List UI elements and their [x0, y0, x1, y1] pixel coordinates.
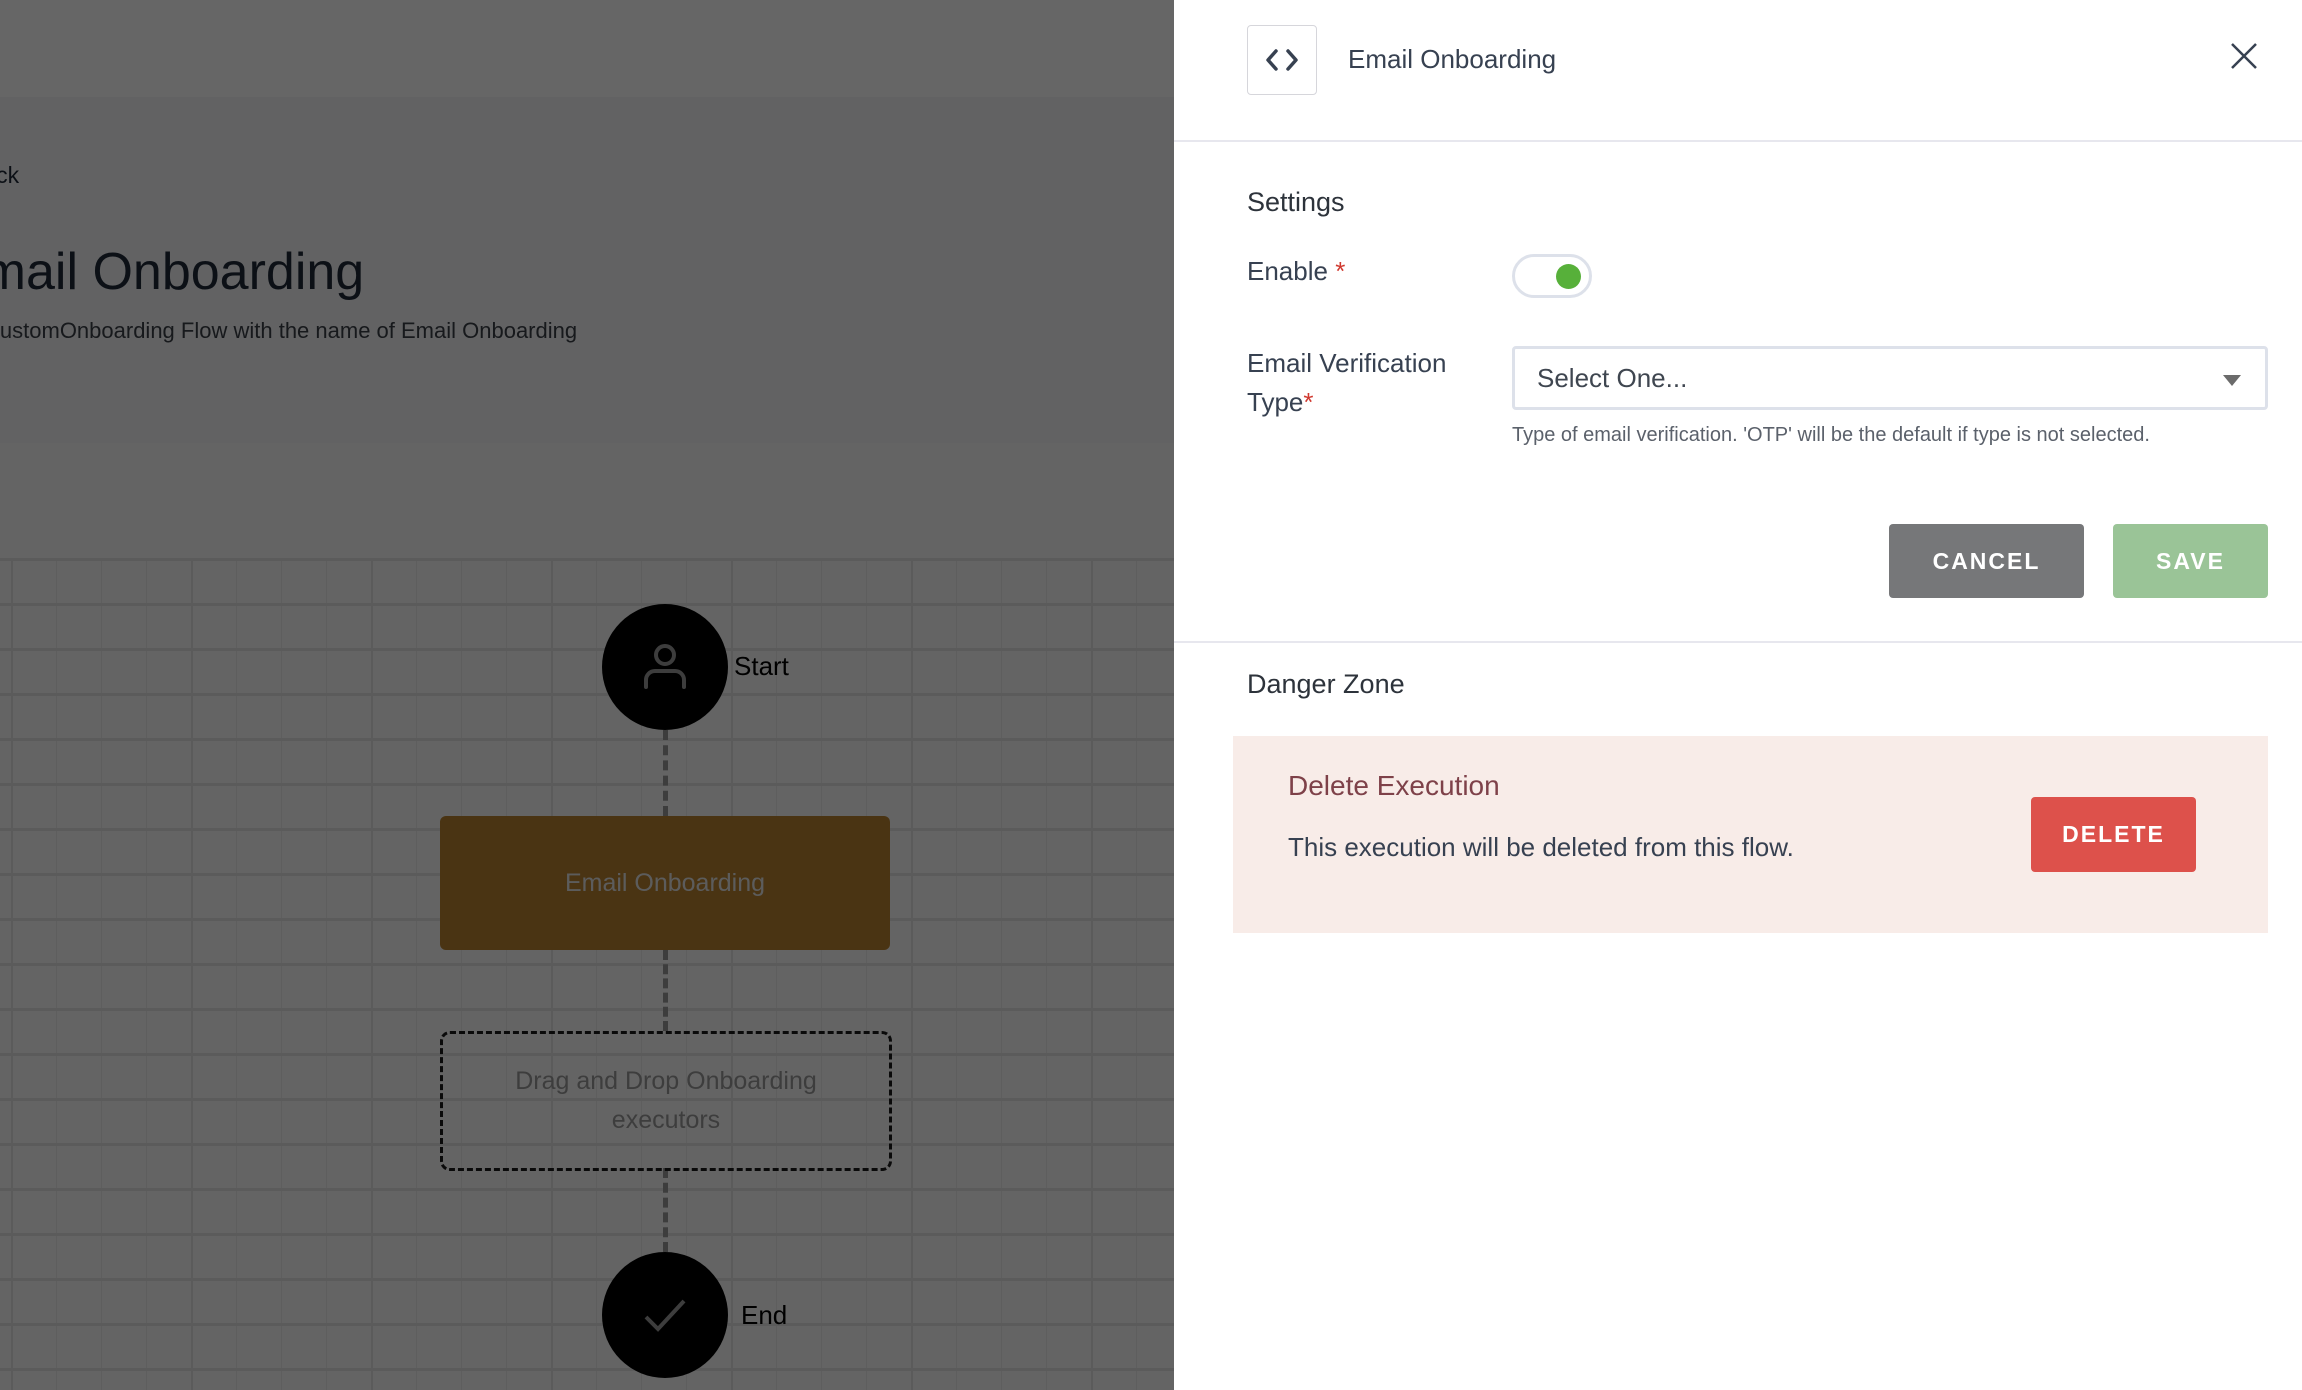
label-line-2: Type*: [1247, 383, 1446, 422]
danger-zone-heading: Danger Zone: [1247, 669, 1405, 699]
modal-backdrop[interactable]: [0, 0, 1174, 1390]
email-verification-type-label: Email Verification Type*: [1247, 344, 1446, 422]
section-divider: [1174, 641, 2302, 643]
label-line-1: Email Verification: [1247, 348, 1447, 378]
code-icon: [1266, 49, 1298, 71]
toggle-knob: [1556, 264, 1581, 289]
close-icon: [2231, 43, 2257, 69]
enable-label-text: Enable: [1247, 256, 1328, 286]
danger-zone-card: Delete Execution This execution will be …: [1233, 736, 2268, 933]
executor-type-badge: [1247, 25, 1317, 95]
email-verification-help-text: Type of email verification. 'OTP' will b…: [1512, 424, 2150, 446]
delete-button[interactable]: DELETE: [2031, 797, 2196, 872]
executor-settings-drawer: Email Onboarding Settings Enable * Email…: [1174, 0, 2302, 1390]
required-mark: *: [1303, 387, 1314, 417]
select-value: Select One...: [1537, 362, 1688, 393]
enable-toggle[interactable]: [1512, 254, 1592, 298]
drawer-title: Email Onboarding: [1348, 44, 1557, 74]
close-button[interactable]: [2224, 36, 2264, 76]
delete-execution-title: Delete Execution: [1288, 770, 1500, 801]
flow-editor-page: Back Email Onboarding Edit CustomOnboard…: [0, 0, 1174, 1390]
delete-execution-description: This execution will be deleted from this…: [1288, 832, 1794, 862]
drawer-header: Email Onboarding: [1174, 0, 2302, 142]
required-mark: *: [1335, 256, 1346, 286]
cancel-button[interactable]: CANCEL: [1889, 524, 2084, 598]
chevron-down-icon: [2223, 375, 2241, 386]
save-button[interactable]: SAVE: [2113, 524, 2268, 598]
label-line-2-text: Type: [1247, 387, 1304, 417]
enable-label: Enable *: [1247, 252, 1345, 291]
settings-heading: Settings: [1247, 187, 1345, 217]
email-verification-type-select[interactable]: Select One...: [1512, 346, 2268, 410]
